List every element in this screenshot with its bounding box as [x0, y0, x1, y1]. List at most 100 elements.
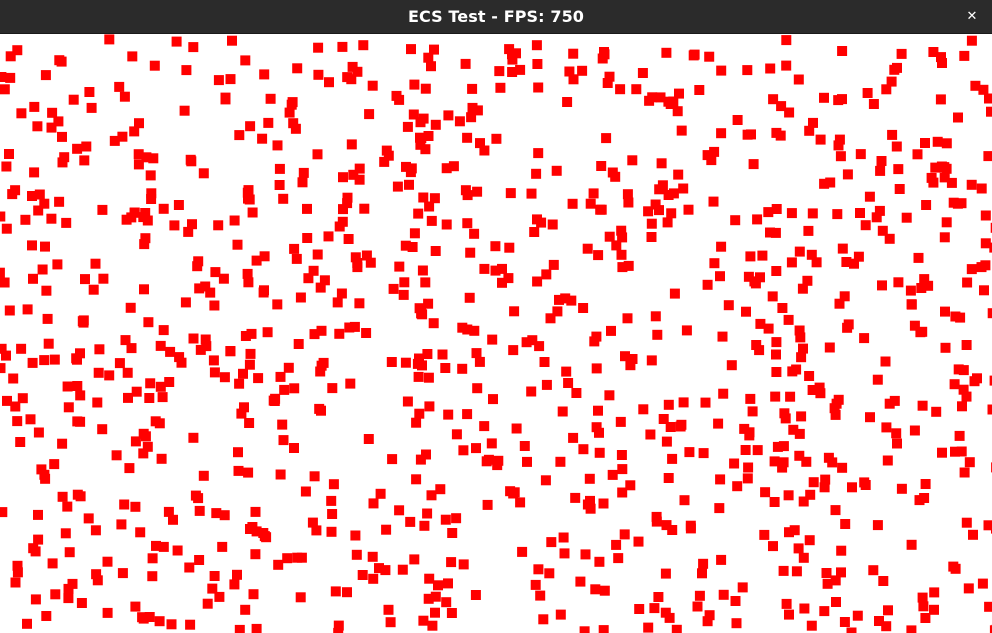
- entity-square: [333, 627, 344, 633]
- entity-square: [754, 345, 765, 356]
- entity-square: [905, 285, 916, 296]
- entity-square: [72, 143, 83, 154]
- entity-square: [265, 93, 276, 104]
- entity-square: [200, 334, 211, 345]
- entity-square: [342, 198, 353, 209]
- entity-square: [892, 438, 902, 449]
- entity-square: [646, 218, 657, 229]
- entity-square: [446, 557, 457, 568]
- entity-square: [804, 125, 815, 136]
- entity-square: [769, 497, 780, 507]
- entity-square: [437, 349, 448, 360]
- entity-square: [723, 300, 734, 311]
- entity-square: [834, 298, 845, 309]
- entity-square: [90, 258, 101, 269]
- entity-square: [957, 401, 967, 412]
- entity-square: [172, 545, 183, 556]
- entity-square: [771, 349, 781, 360]
- entity-square: [533, 82, 544, 93]
- entity-square: [745, 251, 756, 262]
- entity-square: [694, 85, 705, 95]
- entity-square: [987, 308, 992, 319]
- entity-square: [225, 346, 236, 356]
- entity-square: [946, 177, 957, 188]
- entity-square: [149, 60, 160, 71]
- close-icon: ✕: [966, 9, 978, 24]
- entity-square: [694, 590, 705, 601]
- entity-square: [983, 520, 992, 531]
- entity-square: [173, 200, 184, 210]
- entity-square: [841, 257, 852, 267]
- entity-square: [12, 567, 23, 578]
- entity-square: [56, 56, 67, 67]
- entity-square: [130, 436, 141, 447]
- entity-square: [669, 288, 680, 299]
- entity-square: [243, 185, 254, 196]
- entity-square: [798, 343, 808, 354]
- entity-square: [0, 211, 6, 222]
- entity-square: [479, 421, 490, 432]
- entity-square: [757, 250, 768, 261]
- entity-square: [778, 565, 789, 576]
- entity-square: [41, 611, 52, 621]
- entity-square: [546, 537, 557, 548]
- entity-square: [40, 241, 50, 252]
- entity-square: [855, 149, 866, 160]
- close-button[interactable]: ✕: [961, 6, 983, 28]
- entity-square: [667, 453, 678, 464]
- title-bar[interactable]: ECS Test - FPS: 750 ✕: [0, 0, 992, 34]
- entity-square: [316, 405, 326, 416]
- entity-square: [859, 333, 870, 344]
- entity-square: [131, 386, 142, 397]
- entity-square: [652, 329, 663, 340]
- entity-square: [39, 198, 50, 209]
- entity-square: [631, 84, 642, 95]
- entity-square: [560, 293, 571, 304]
- entity-square: [209, 571, 220, 581]
- entity-square: [158, 325, 169, 336]
- entity-square: [623, 260, 634, 271]
- entity-square: [472, 186, 483, 197]
- entity-square: [877, 225, 888, 236]
- entity-square: [590, 584, 601, 595]
- entity-square: [126, 343, 137, 354]
- entity-square: [939, 232, 950, 243]
- entity-square: [716, 65, 727, 76]
- entity-square: [742, 473, 753, 484]
- entity-square: [342, 587, 352, 598]
- entity-square: [777, 303, 788, 313]
- entity-square: [213, 75, 224, 86]
- entity-square: [41, 285, 52, 296]
- entity-square: [400, 240, 411, 251]
- entity-square: [874, 616, 884, 626]
- entity-square: [791, 364, 802, 375]
- entity-square: [551, 165, 562, 176]
- entity-square: [804, 535, 815, 546]
- entity-square: [702, 279, 713, 290]
- entity-square: [718, 589, 729, 600]
- entity-square: [595, 204, 606, 215]
- entity-square: [291, 253, 302, 264]
- entity-square: [643, 206, 654, 217]
- entity-square: [872, 520, 883, 531]
- entity-square: [941, 163, 952, 174]
- entity-square: [27, 191, 37, 201]
- entity-square: [482, 499, 493, 510]
- entity-square: [594, 447, 605, 458]
- entity-square: [119, 499, 130, 510]
- entity-square: [426, 215, 437, 226]
- entity-square: [394, 505, 405, 516]
- entity-square: [533, 148, 544, 159]
- entity-square: [567, 198, 578, 209]
- entity-square: [327, 383, 338, 394]
- entity-square: [679, 495, 690, 506]
- entity-square: [239, 402, 249, 413]
- entity-square: [661, 520, 672, 531]
- entity-square: [676, 125, 687, 136]
- entity-square: [166, 619, 177, 630]
- entity-square: [821, 568, 832, 578]
- entity-square: [165, 346, 176, 357]
- entity-square: [698, 558, 709, 569]
- entity-square: [144, 393, 155, 403]
- entity-square: [180, 297, 191, 308]
